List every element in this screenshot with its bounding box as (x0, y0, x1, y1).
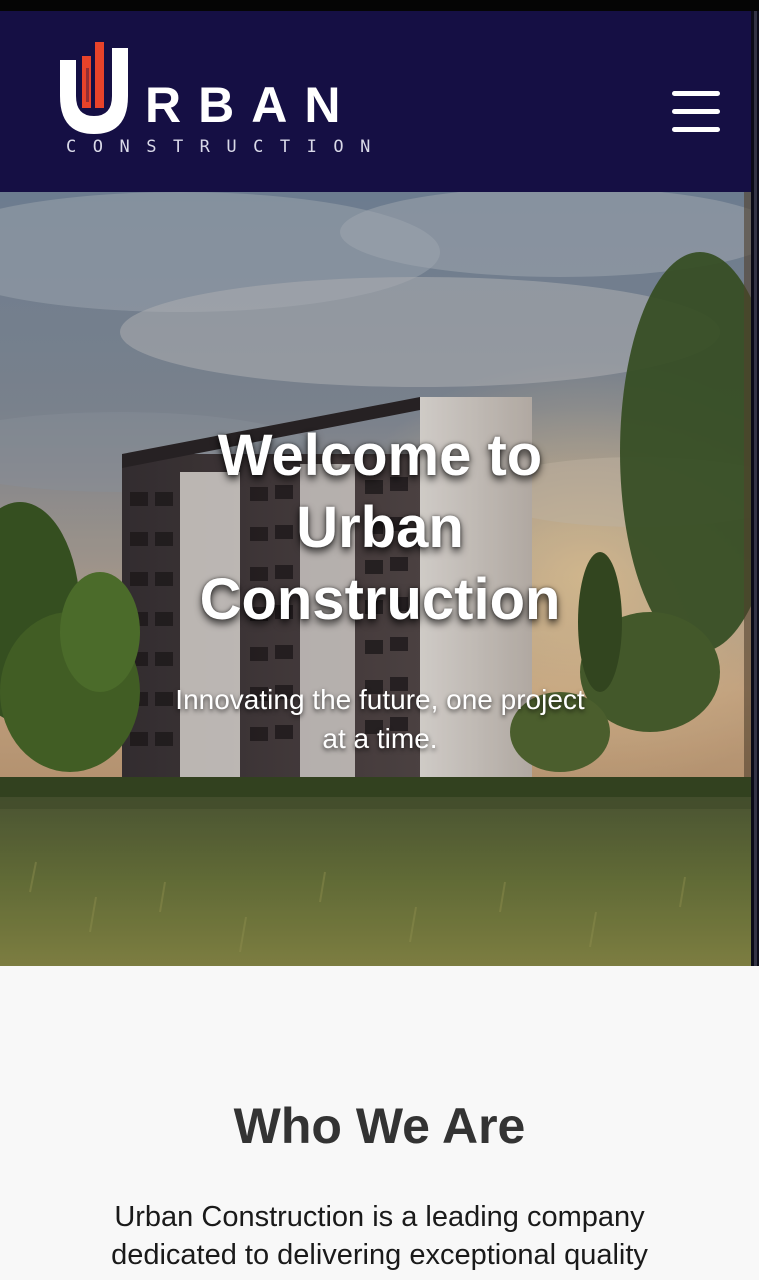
site-header: RBAN CONSTRUCTION (0, 11, 759, 192)
urban-construction-logo[interactable]: RBAN CONSTRUCTION (56, 38, 416, 168)
about-heading: Who We Are (233, 1098, 526, 1154)
hero-title: Welcome to Urban Construction (199, 423, 561, 632)
page-scrollbar[interactable] (751, 11, 759, 966)
hamburger-menu-button[interactable] (670, 91, 722, 135)
hero-section: Welcome to Urban Construction Innovating… (0, 192, 751, 966)
who-we-are-section: Who We Are Urban Construction is a leadi… (0, 966, 759, 1280)
logo-subtitle: CONSTRUCTION (66, 137, 387, 157)
scrollbar-thumb[interactable] (754, 11, 757, 966)
hamburger-menu-icon (672, 91, 720, 96)
logo-u-mark-icon (60, 42, 128, 134)
about-body-text: Urban Construction is a leading company … (111, 1201, 648, 1271)
hero-subtitle: Innovating the future, one project at a … (175, 684, 585, 754)
logo-wordmark: RBAN (145, 77, 358, 133)
status-bar-strip (0, 0, 759, 11)
